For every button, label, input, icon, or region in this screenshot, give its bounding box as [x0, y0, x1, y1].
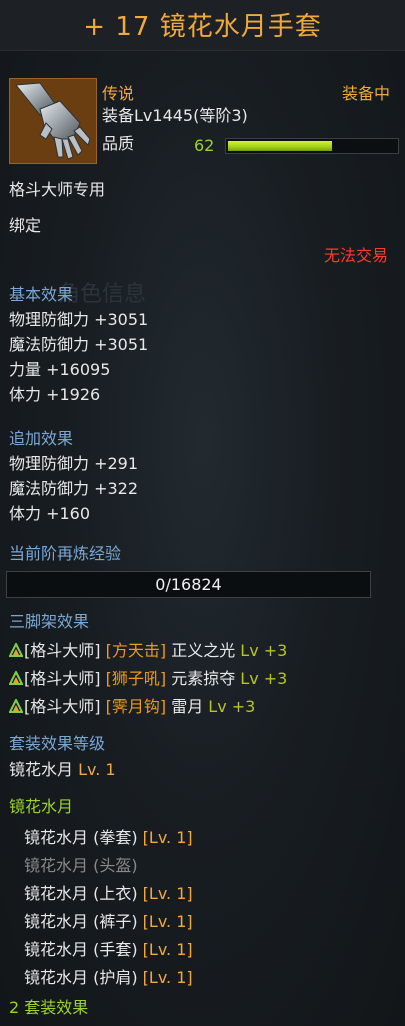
tripod-skill: [霁月钩]: [105, 697, 167, 716]
tripod-class: [格斗大师]: [24, 641, 101, 660]
set-heading: 镜花水月: [9, 797, 74, 816]
refine-xp-value: 0/16824: [155, 575, 222, 594]
set-piece-name: 镜花水月 (手套): [24, 940, 138, 959]
tripod-effect: 正义之光: [171, 641, 236, 660]
tripod-heading: 三脚架效果: [9, 612, 90, 631]
set-level-value: Lv. 1: [78, 760, 116, 779]
set-piece-name: 镜花水月 (拳套): [24, 828, 138, 847]
item-icon-frame: [9, 78, 97, 164]
basic-effect-line: 物理防御力 +3051: [9, 310, 149, 329]
set-bonus-heading: 2 套装效果: [9, 998, 89, 1017]
set-level-name: 镜花水月: [9, 760, 74, 779]
tripod-skill: [狮子吼]: [105, 669, 167, 688]
tripod-effect: 雷月: [171, 697, 204, 716]
set-piece-level: [Lv. 1]: [142, 968, 193, 987]
tripod-class: [格斗大师]: [24, 697, 101, 716]
set-piece-level: [Lv. 1]: [142, 828, 193, 847]
bind-status: 绑定: [9, 216, 42, 235]
quality-bar: [225, 138, 399, 154]
extra-effect-line: 魔法防御力 +322: [9, 479, 139, 498]
set-piece-level: [Lv. 1]: [142, 912, 193, 931]
tripod-row: [格斗大师] [霁月钩] 雷月 Lv +3: [9, 697, 255, 717]
tripod-row: [格斗大师] [狮子吼] 元素掠夺 Lv +3: [9, 669, 287, 689]
set-piece: 镜花水月 (护肩) [Lv. 1]: [24, 968, 193, 988]
item-title: + 17 镜花水月手套: [83, 12, 322, 42]
quality-value: 62: [194, 136, 215, 155]
extra-effect-line: 物理防御力 +291: [9, 454, 139, 473]
basic-effects-heading: 基本效果: [9, 285, 74, 304]
set-piece-level: [Lv. 1]: [142, 884, 193, 903]
set-piece: 镜花水月 (裤子) [Lv. 1]: [24, 912, 193, 932]
tripod-effect: 元素掠夺: [171, 669, 236, 688]
set-piece-level: [Lv. 1]: [142, 940, 193, 959]
class-restriction: 格斗大师专用: [9, 180, 106, 199]
tripod-skill: [方天击]: [105, 641, 167, 660]
extra-effect-line: 体力 +160: [9, 504, 91, 523]
tripod-icon: [9, 671, 23, 685]
basic-effect-line: 体力 +1926: [9, 385, 101, 404]
tripod-level: Lv +3: [208, 697, 256, 716]
set-level-heading: 套装效果等级: [9, 734, 106, 753]
equipped-status: 装备中: [342, 84, 391, 103]
tripod-icon: [9, 643, 23, 657]
set-piece: 镜花水月 (手套) [Lv. 1]: [24, 940, 193, 960]
gauntlet-icon: [10, 79, 96, 163]
extra-effects-heading: 追加效果: [9, 429, 74, 448]
tripod-level: Lv +3: [240, 641, 288, 660]
refine-xp-bar: 0/16824: [6, 571, 371, 598]
tripod-icon: [9, 699, 23, 713]
tripod-row: [格斗大师] [方天击] 正义之光 Lv +3: [9, 641, 287, 661]
set-piece: 镜花水月 (拳套) [Lv. 1]: [24, 828, 193, 848]
set-piece-name: 镜花水月 (裤子): [24, 912, 138, 931]
item-level: 装备Lv1445(等阶3): [102, 106, 248, 125]
tripod-class: [格斗大师]: [24, 669, 101, 688]
basic-effect-line: 魔法防御力 +3051: [9, 335, 149, 354]
set-level-row: 镜花水月 Lv. 1: [9, 760, 116, 780]
rarity-label: 传说: [102, 84, 135, 103]
set-piece-missing: 镜花水月 (头盔): [24, 856, 138, 876]
refine-heading: 当前阶再炼经验: [9, 544, 122, 563]
quality-label: 品质: [102, 134, 135, 153]
set-piece-name: 镜花水月 (上衣): [24, 884, 138, 903]
tooltip-header: + 17 镜花水月手套: [0, 0, 405, 51]
trade-status: 无法交易: [324, 246, 389, 265]
basic-effect-line: 力量 +16095: [9, 360, 111, 379]
set-piece-name: 镜花水月 (头盔): [24, 856, 138, 875]
tripod-level: Lv +3: [240, 669, 288, 688]
quality-bar-fill: [228, 141, 332, 151]
set-piece-name: 镜花水月 (护肩): [24, 968, 138, 987]
set-piece: 镜花水月 (上衣) [Lv. 1]: [24, 884, 193, 904]
